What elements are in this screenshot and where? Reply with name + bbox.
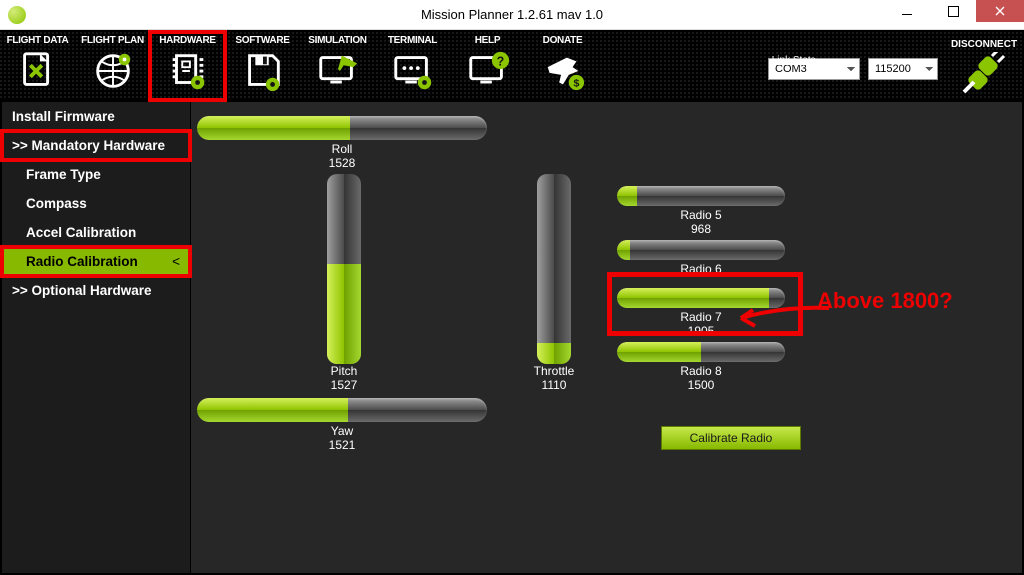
plug-icon	[960, 52, 1008, 94]
link-stats-link[interactable]: Link Stats...	[772, 55, 824, 66]
disconnect-button[interactable]: DISCONNECT	[944, 35, 1024, 97]
plane-coin-icon: $	[540, 48, 586, 94]
tab-label: HARDWARE	[159, 35, 216, 46]
content-area: Roll1528 Pitch1527 Throttle1110 Yaw1521 …	[191, 102, 1022, 573]
annotation-arrow-icon	[733, 304, 833, 334]
close-button[interactable]	[976, 0, 1024, 22]
tab-label: DONATE	[543, 35, 583, 46]
roll-label: Roll1528	[197, 142, 487, 171]
pitch-bar	[327, 174, 361, 364]
throttle-label: Throttle1110	[507, 364, 601, 393]
monitor-plane-icon	[315, 48, 361, 94]
maximize-button[interactable]	[930, 0, 976, 22]
tab-help[interactable]: HELP?	[450, 32, 525, 100]
globe-pin-icon	[90, 48, 136, 94]
tab-label: TERMINAL	[388, 35, 437, 46]
disconnect-label: DISCONNECT	[944, 39, 1024, 50]
tab-label: SIMULATION	[308, 35, 366, 46]
pitch-label: Pitch1527	[297, 364, 391, 393]
sidebar: Install Firmware>> Mandatory HardwareFra…	[2, 102, 191, 573]
baud-rate-select[interactable]: 115200	[868, 58, 938, 80]
radio5-bar	[617, 186, 785, 206]
calibrate-radio-button[interactable]: Calibrate Radio	[661, 426, 801, 450]
tab-software[interactable]: SOFTWARE	[225, 32, 300, 100]
monitor-dots-icon	[390, 48, 436, 94]
window-title: Mission Planner 1.2.61 mav 1.0	[0, 7, 1024, 22]
save-gear-icon	[240, 48, 286, 94]
radio8-label: Radio 81500	[617, 364, 785, 393]
minimize-button[interactable]	[884, 0, 930, 22]
radio8-bar	[617, 342, 785, 362]
tab-hardware[interactable]: HARDWARE	[150, 32, 225, 100]
throttle-bar	[537, 174, 571, 364]
sidebar-item-optional-hardware[interactable]: >> Optional Hardware	[2, 276, 190, 305]
svg-text:$: $	[573, 77, 579, 89]
page-x-icon	[15, 48, 61, 94]
sidebar-item-mandatory-hardware[interactable]: >> Mandatory Hardware	[2, 131, 190, 160]
tab-flight-data[interactable]: FLIGHT DATA	[0, 32, 75, 100]
chip-gear-icon	[165, 48, 211, 94]
tab-terminal[interactable]: TERMINAL	[375, 32, 450, 100]
sidebar-item-accel-calibration[interactable]: Accel Calibration	[2, 218, 190, 247]
tab-simulation[interactable]: SIMULATION	[300, 32, 375, 100]
tab-label: FLIGHT PLAN	[81, 35, 144, 46]
tab-label: SOFTWARE	[235, 35, 289, 46]
tab-flight-plan[interactable]: FLIGHT PLAN	[75, 32, 150, 100]
titlebar: Mission Planner 1.2.61 mav 1.0	[0, 0, 1024, 30]
sidebar-item-compass[interactable]: Compass	[2, 189, 190, 218]
main-toolbar: FLIGHT DATA FLIGHT PLAN HARDWARE SOFTWARE SI…	[0, 30, 1024, 102]
sidebar-item-radio-calibration[interactable]: Radio Calibration	[2, 247, 190, 276]
yaw-bar	[197, 398, 487, 422]
roll-bar	[197, 116, 487, 140]
radio6-bar	[617, 240, 785, 260]
tab-donate[interactable]: DONATE $	[525, 32, 600, 100]
yaw-label: Yaw1521	[197, 424, 487, 453]
svg-text:?: ?	[496, 54, 504, 68]
sidebar-item-install-firmware[interactable]: Install Firmware	[2, 102, 190, 131]
tab-label: FLIGHT DATA	[7, 35, 69, 46]
annotation-text: Above 1800?	[817, 288, 953, 314]
sidebar-item-frame-type[interactable]: Frame Type	[2, 160, 190, 189]
app-icon	[8, 6, 26, 24]
radio5-label: Radio 5968	[617, 208, 785, 237]
monitor-q-icon: ?	[465, 48, 511, 94]
tab-label: HELP	[475, 35, 500, 46]
radio6-label: Radio 6	[617, 262, 785, 276]
